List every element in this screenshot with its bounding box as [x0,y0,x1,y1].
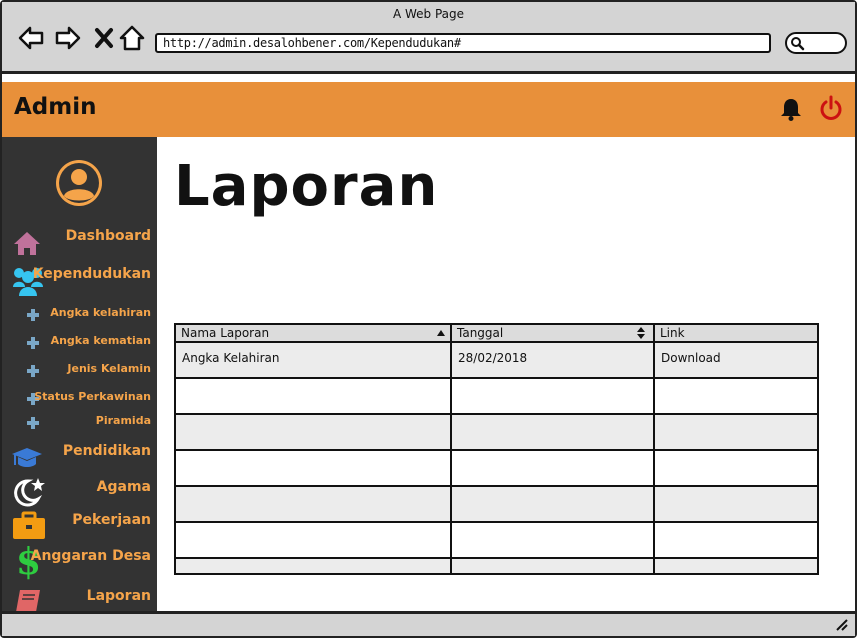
home-icon [14,232,40,255]
sidebar-item-dashboard[interactable]: Dashboard [2,226,157,260]
table-row[interactable] [176,415,817,451]
sort-both-icon[interactable] [636,326,646,340]
table-row[interactable] [176,379,817,415]
moon-star-icon [14,478,45,507]
sidebar-item-agama[interactable]: Agama [2,476,157,508]
address-bar[interactable]: http://admin.desalohbener.com/Kependuduk… [155,33,771,53]
plus-icon [27,417,39,429]
plus-icon [27,309,39,321]
resize-grip-icon[interactable] [835,618,849,632]
app-header: Admin [2,82,855,137]
sidebar-item-anggaran-desa[interactable]: $ Anggaran Desa [2,542,157,582]
column-divider [653,325,655,573]
table-cell: Angka Kelahiran [182,351,280,365]
sidebar-subitem-piramida[interactable]: Piramida [2,413,157,435]
plus-icon [27,337,39,349]
sidebar-item-label: Angka kelahiran [50,306,151,319]
sidebar-item-label: Laporan [86,588,151,604]
briefcase-icon [13,511,45,539]
window-title: A Web Page [392,7,465,21]
column-header-nama-laporan[interactable]: Nama Laporan [176,325,452,343]
table-cell: 28/02/2018 [458,351,528,365]
sidebar-item-label: Anggaran Desa [30,548,151,564]
column-header-tanggal[interactable]: Tanggal [452,325,655,343]
home-browser-icon[interactable] [119,25,145,51]
graduation-cap-icon [12,448,42,467]
browser-search-field[interactable] [785,32,847,54]
sidebar-item-kependudukan[interactable]: Kependudukan [2,263,157,297]
sort-asc-icon[interactable] [436,329,446,337]
sidebar-item-label: Status Perkawinan [34,390,151,403]
forward-icon[interactable] [55,25,81,51]
plus-icon [27,365,39,377]
browser-chrome: A Web Page http://admin.desalohbener.com… [2,2,855,74]
sidebar-subitem-angka-kematian[interactable]: Angka kematian [2,333,157,355]
sidebar-item-label: Angka kematian [50,334,151,347]
sidebar-item-label: Kependudukan [32,266,151,282]
sidebar-subitem-status-perkawinan[interactable]: Status Perkawinan [2,389,157,411]
report-table: Nama Laporan Tanggal Link Angka Kelahira… [174,323,819,575]
power-icon[interactable] [819,95,843,121]
back-icon[interactable] [18,25,44,51]
table-row[interactable] [176,487,817,523]
download-link[interactable]: Download [655,351,721,365]
table-row[interactable] [176,451,817,487]
page-title: Laporan [174,154,439,219]
sidebar-item-label: Dashboard [65,228,151,244]
table-row[interactable] [176,523,817,559]
table-row[interactable] [176,559,817,573]
sidebar-item-label: Agama [96,479,151,495]
stop-icon[interactable] [92,25,118,51]
search-icon [791,37,805,51]
sidebar-subitem-angka-kelahiran[interactable]: Angka kelahiran [2,305,157,327]
sidebar-item-label: Pekerjaan [72,512,151,528]
brand-title: Admin [14,94,97,120]
browser-window: A Web Page http://admin.desalohbener.com… [0,0,857,638]
sidebar-item-pendidikan[interactable]: Pendidikan [2,442,157,472]
column-header-link[interactable]: Link [655,325,817,343]
table-row[interactable]: Angka Kelahiran 28/02/2018 Download [176,343,817,379]
column-divider [450,325,452,573]
sidebar-subitem-jenis-kelamin[interactable]: Jenis Kelamin [2,361,157,383]
status-bar [2,611,855,636]
sidebar-item-label: Pendidikan [62,443,151,459]
sidebar-item-label: Jenis Kelamin [67,362,151,375]
avatar-icon[interactable] [54,158,104,208]
sidebar-item-label: Piramida [95,414,151,427]
sidebar-item-pekerjaan[interactable]: Pekerjaan [2,510,157,542]
table-header: Nama Laporan Tanggal Link [176,325,817,343]
bell-icon[interactable] [778,96,804,122]
